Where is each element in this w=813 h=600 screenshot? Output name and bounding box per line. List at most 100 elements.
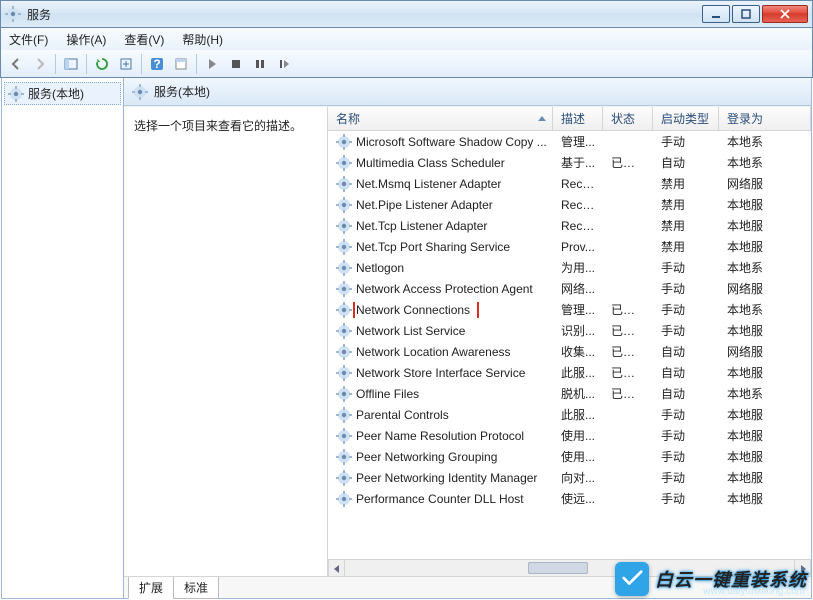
gear-icon <box>336 323 352 339</box>
gear-icon <box>8 86 24 102</box>
service-row[interactable]: Offline Files脱机...已启动自动本地系 <box>328 383 811 404</box>
tree-pane: 服务(本地) <box>2 78 124 598</box>
service-startup: 手动 <box>653 427 719 444</box>
service-row[interactable]: Network Location Awareness收集...已启动自动网络服 <box>328 341 811 362</box>
tab-extended[interactable]: 扩展 <box>128 577 174 599</box>
forward-button[interactable] <box>29 53 51 75</box>
gear-icon <box>336 407 352 423</box>
refresh-button[interactable] <box>91 53 113 75</box>
service-desc: 管理... <box>553 133 603 150</box>
service-name: Network Store Interface Service <box>356 366 525 380</box>
menu-view[interactable]: 查看(V) <box>120 29 168 50</box>
service-desc: Rece... <box>553 219 603 233</box>
gear-icon <box>336 197 352 213</box>
stop-service-button[interactable] <box>225 53 247 75</box>
detail-header: 服务(本地) <box>124 78 811 106</box>
service-logon: 本地服 <box>719 322 811 339</box>
gear-icon <box>336 134 352 150</box>
service-name: Net.Msmq Listener Adapter <box>356 177 501 191</box>
service-name: Network Location Awareness <box>356 345 511 359</box>
menu-action[interactable]: 操作(A) <box>62 29 110 50</box>
service-row[interactable]: Peer Networking Grouping使用...手动本地服 <box>328 446 811 467</box>
service-logon: 网络服 <box>719 343 811 360</box>
service-name: Microsoft Software Shadow Copy ... <box>356 135 547 149</box>
menu-help[interactable]: 帮助(H) <box>178 29 227 50</box>
service-logon: 本地系 <box>719 385 811 402</box>
service-startup: 手动 <box>653 322 719 339</box>
service-logon: 本地服 <box>719 448 811 465</box>
service-row[interactable]: Parental Controls此服...手动本地服 <box>328 404 811 425</box>
service-logon: 本地服 <box>719 238 811 255</box>
scroll-left-button[interactable] <box>328 560 345 576</box>
service-row[interactable]: Netlogon为用...手动本地系 <box>328 257 811 278</box>
service-name: Net.Tcp Listener Adapter <box>356 219 487 233</box>
service-row[interactable]: Net.Tcp Listener AdapterRece...禁用本地服 <box>328 215 811 236</box>
service-startup: 自动 <box>653 154 719 171</box>
col-desc[interactable]: 描述 <box>553 107 603 130</box>
service-row[interactable]: Network Connections管理...已启动手动本地系 <box>328 299 811 320</box>
detail-header-title: 服务(本地) <box>154 83 210 100</box>
show-hide-tree-button[interactable] <box>60 53 82 75</box>
col-logon[interactable]: 登录为 <box>719 107 811 130</box>
column-headers: 名称 描述 状态 启动类型 登录为 <box>328 107 811 131</box>
help-button[interactable]: ? <box>146 53 168 75</box>
service-desc: 收集... <box>553 343 603 360</box>
pause-service-button[interactable] <box>249 53 271 75</box>
gear-icon <box>336 176 352 192</box>
menu-file[interactable]: 文件(F) <box>5 29 52 50</box>
service-startup: 手动 <box>653 406 719 423</box>
col-status[interactable]: 状态 <box>603 107 653 130</box>
service-row[interactable]: Multimedia Class Scheduler基于...已启动自动本地系 <box>328 152 811 173</box>
service-logon: 本地服 <box>719 364 811 381</box>
tree-item-label: 服务(本地) <box>28 85 84 102</box>
service-row[interactable]: Net.Tcp Port Sharing ServiceProv...禁用本地服 <box>328 236 811 257</box>
service-row[interactable]: Performance Counter DLL Host使远...手动本地服 <box>328 488 811 509</box>
back-button[interactable] <box>5 53 27 75</box>
close-button[interactable] <box>762 5 808 23</box>
service-name: Peer Networking Identity Manager <box>356 471 537 485</box>
service-startup: 手动 <box>653 448 719 465</box>
service-desc: 基于... <box>553 154 603 171</box>
service-row[interactable]: Network Access Protection Agent网络...手动网络… <box>328 278 811 299</box>
service-row[interactable]: Microsoft Software Shadow Copy ... 管理... 手… <box>328 131 811 152</box>
service-desc: 脱机... <box>553 385 603 402</box>
tab-standard[interactable]: 标准 <box>173 577 219 599</box>
service-logon: 本地系 <box>719 259 811 276</box>
service-name: Net.Pipe Listener Adapter <box>356 198 493 212</box>
service-desc: 网络... <box>553 280 603 297</box>
tree-item-services-local[interactable]: 服务(本地) <box>4 82 121 105</box>
service-name: Performance Counter DLL Host <box>356 492 524 506</box>
col-startup[interactable]: 启动类型 <box>653 107 719 130</box>
service-row[interactable]: Peer Name Resolution Protocol使用...手动本地服 <box>328 425 811 446</box>
service-logon: 本地系 <box>719 154 811 171</box>
service-row[interactable]: Network Store Interface Service此服...已启动自… <box>328 362 811 383</box>
service-list[interactable]: Microsoft Software Shadow Copy ... 管理... 手… <box>328 131 811 559</box>
services-icon <box>5 6 21 22</box>
scroll-thumb[interactable] <box>528 562 588 574</box>
minimize-button[interactable] <box>702 5 730 23</box>
service-name: Multimedia Class Scheduler <box>356 156 505 170</box>
col-name[interactable]: 名称 <box>328 107 553 130</box>
service-desc: Prov... <box>553 240 603 254</box>
service-desc: 管理... <box>553 301 603 318</box>
properties-button[interactable] <box>170 53 192 75</box>
gear-icon <box>336 449 352 465</box>
service-desc: 使远... <box>553 490 603 507</box>
service-startup: 自动 <box>653 364 719 381</box>
service-row[interactable]: Net.Msmq Listener AdapterRece...禁用网络服 <box>328 173 811 194</box>
service-row[interactable]: Network List Service识别...已启动手动本地服 <box>328 320 811 341</box>
service-logon: 本地服 <box>719 490 811 507</box>
service-row[interactable]: Peer Networking Identity Manager向对...手动本… <box>328 467 811 488</box>
service-desc: Rece... <box>553 198 603 212</box>
service-desc: 识别... <box>553 322 603 339</box>
maximize-button[interactable] <box>732 5 760 23</box>
service-name: Network List Service <box>356 324 465 338</box>
service-startup: 自动 <box>653 385 719 402</box>
gear-icon <box>336 470 352 486</box>
restart-service-button[interactable] <box>273 53 295 75</box>
start-service-button[interactable] <box>201 53 223 75</box>
service-status: 已启动 <box>603 301 653 318</box>
export-button[interactable] <box>115 53 137 75</box>
service-row[interactable]: Net.Pipe Listener AdapterRece...禁用本地服 <box>328 194 811 215</box>
service-startup: 手动 <box>653 133 719 150</box>
